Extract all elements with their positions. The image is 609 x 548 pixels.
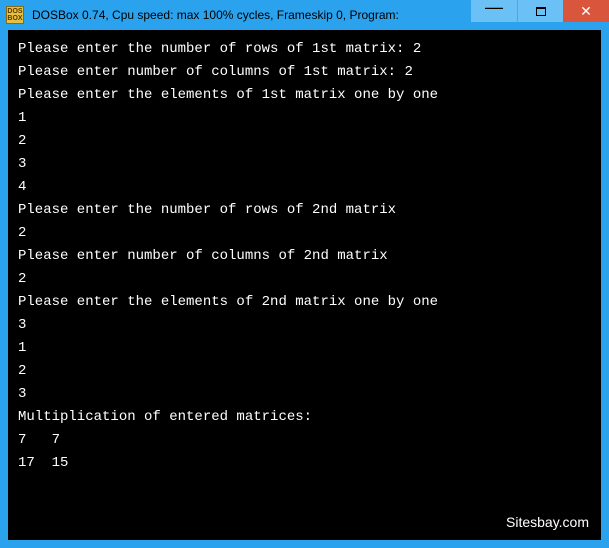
window-title: DOSBox 0.74, Cpu speed: max 100% cycles,… bbox=[32, 8, 471, 22]
titlebar[interactable]: DOS BOX DOSBox 0.74, Cpu speed: max 100%… bbox=[0, 0, 609, 30]
application-window: DOS BOX DOSBox 0.74, Cpu speed: max 100%… bbox=[0, 0, 609, 548]
watermark: Sitesbay.com bbox=[506, 511, 589, 534]
maximize-icon bbox=[536, 7, 546, 16]
console-line: 3 bbox=[18, 314, 591, 337]
console-line: Multiplication of entered matrices: bbox=[18, 406, 591, 429]
console-line: 4 bbox=[18, 176, 591, 199]
dosbox-icon: DOS BOX bbox=[6, 6, 24, 24]
console-line: 2 bbox=[18, 130, 591, 153]
console-line: 3 bbox=[18, 383, 591, 406]
maximize-button[interactable] bbox=[517, 0, 563, 22]
console-line: 7 7 bbox=[18, 429, 591, 452]
console-line: Please enter the elements of 2nd matrix … bbox=[18, 291, 591, 314]
console-line: Please enter the number of rows of 2nd m… bbox=[18, 199, 591, 222]
console-line: Please enter the elements of 1st matrix … bbox=[18, 84, 591, 107]
console-line: 2 bbox=[18, 360, 591, 383]
console-line: Please enter number of columns of 1st ma… bbox=[18, 61, 591, 84]
console-line: Please enter number of columns of 2nd ma… bbox=[18, 245, 591, 268]
console-line: 1 bbox=[18, 337, 591, 360]
console-line: 17 15 bbox=[18, 452, 591, 475]
console-output[interactable]: Please enter the number of rows of 1st m… bbox=[8, 30, 601, 540]
console-line: 2 bbox=[18, 222, 591, 245]
console-line: 2 bbox=[18, 268, 591, 291]
console-line: Please enter the number of rows of 1st m… bbox=[18, 38, 591, 61]
console-line: 1 bbox=[18, 107, 591, 130]
close-button[interactable]: ✕ bbox=[563, 0, 609, 22]
console-line: 3 bbox=[18, 153, 591, 176]
minimize-button[interactable]: — bbox=[471, 0, 517, 22]
window-controls: — ✕ bbox=[471, 0, 609, 22]
